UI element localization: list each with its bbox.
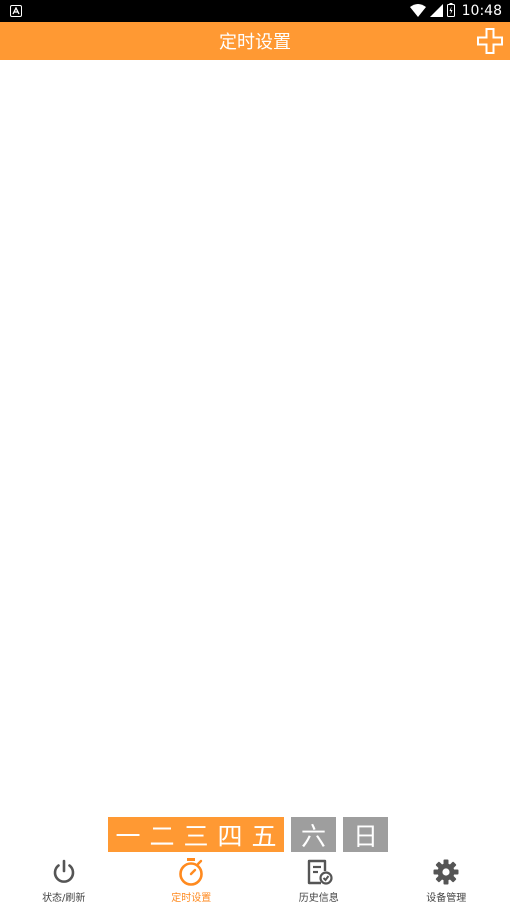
status-bar: 10:48 — [0, 0, 510, 22]
day-saturday[interactable]: 六 — [300, 817, 328, 853]
nav-item-device[interactable]: 设备管理 — [396, 857, 496, 904]
battery-icon — [446, 2, 455, 21]
notification-app-icon — [10, 5, 22, 17]
day-wednesday[interactable]: 三 — [182, 817, 210, 853]
power-icon — [49, 857, 79, 887]
nav-label-history: 历史信息 — [298, 893, 339, 904]
day-monday[interactable]: 一 — [114, 817, 142, 853]
add-timer-button[interactable] — [474, 25, 506, 57]
day-tuesday[interactable]: 二 — [148, 817, 176, 853]
gear-icon — [431, 857, 461, 887]
page-title: 定时设置 — [219, 32, 291, 53]
bottom-nav: 状态/刷新 定时设置 历史信息 设备管理 — [0, 855, 510, 906]
weekday-group: 一 二 三 四 五 — [108, 817, 284, 852]
wifi-icon — [409, 2, 426, 21]
nav-item-status[interactable]: 状态/刷新 — [14, 857, 114, 904]
stopwatch-icon — [176, 857, 206, 887]
day-selector: 一 二 三 四 五 六 日 — [108, 817, 388, 852]
plus-icon — [477, 28, 503, 54]
day-sunday-box[interactable]: 日 — [343, 817, 388, 852]
nav-label-device: 设备管理 — [426, 893, 467, 904]
history-document-icon — [304, 857, 334, 887]
nav-label-timer: 定时设置 — [171, 893, 212, 904]
day-sunday[interactable]: 日 — [352, 817, 380, 853]
day-saturday-box[interactable]: 六 — [291, 817, 336, 852]
nav-item-history[interactable]: 历史信息 — [269, 857, 369, 904]
status-clock: 10:48 — [461, 3, 502, 19]
day-thursday[interactable]: 四 — [216, 817, 244, 853]
nav-label-status: 状态/刷新 — [42, 893, 86, 904]
timer-list — [0, 60, 510, 815]
cell-signal-icon — [429, 2, 443, 21]
nav-item-timer[interactable]: 定时设置 — [141, 857, 241, 904]
day-friday[interactable]: 五 — [250, 817, 278, 853]
app-bar: 定时设置 — [0, 22, 510, 60]
